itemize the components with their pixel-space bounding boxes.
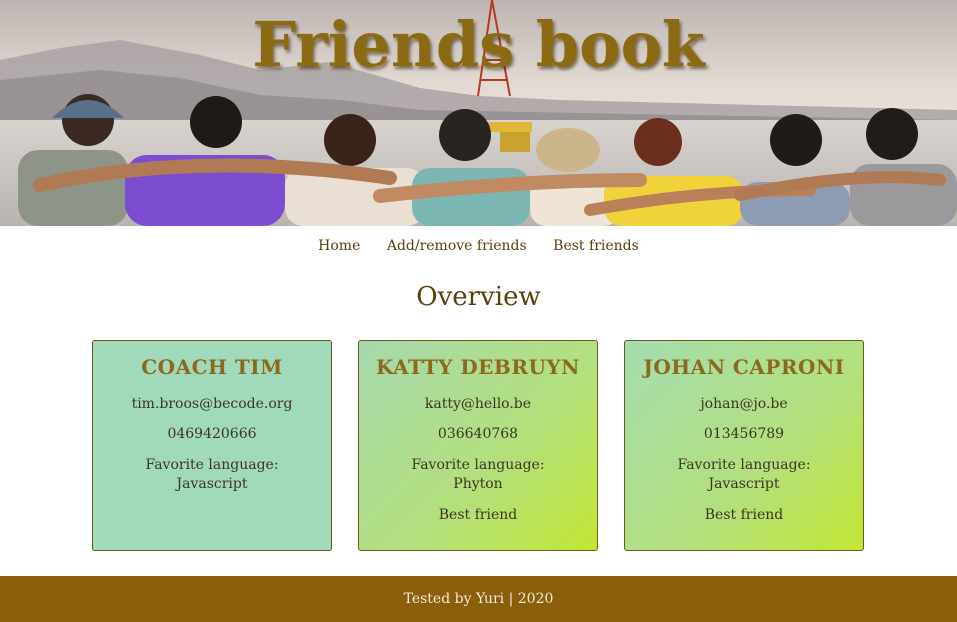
page-title: Friends book [252,8,705,81]
page-footer: Tested by Yuri | 2020 [0,576,957,622]
friend-email: katty@hello.be [424,396,532,412]
friend-email: tim.broos@becode.org [131,396,293,412]
language-value: Javascript [708,476,780,492]
friend-phone: 0469420666 [167,426,257,442]
friend-phone: 036640768 [437,426,519,442]
friend-name: KATTY DEBRUYN [376,355,580,379]
friend-email: johan@jo.be [700,396,788,412]
friend-language: Favorite language: Javascript [93,456,331,494]
friend-name: JOHAN CAPRONI [643,355,845,379]
friend-card: JOHAN CAPRONI johan@jo.be 013456789 Favo… [624,340,864,551]
language-label: Favorite language: [145,457,279,473]
friend-card: KATTY DEBRUYN katty@hello.be 036640768 F… [358,340,598,551]
section-heading: Overview [416,282,541,312]
main-nav: Home Add/remove friends Best friends [0,238,957,254]
language-label: Favorite language: [677,457,811,473]
friend-language: Favorite language: Phyton [359,456,597,494]
friend-name: COACH TIM [141,355,283,379]
language-label: Favorite language: [411,457,545,473]
nav-link-add-remove-friends[interactable]: Add/remove friends [387,238,527,254]
best-friend-badge: Best friend [704,507,784,523]
friend-card: COACH TIM tim.broos@becode.org 046942066… [92,340,332,551]
language-value: Phyton [453,476,503,492]
nav-link-best-friends[interactable]: Best friends [553,238,639,254]
best-friend-badge: Best friend [438,507,518,523]
language-value: Javascript [176,476,248,492]
hero-banner: Friends book [0,0,957,226]
nav-link-home[interactable]: Home [318,238,360,254]
footer-text: Tested by Yuri | 2020 [403,591,554,607]
friend-language: Favorite language: Javascript [625,456,863,494]
friend-phone: 013456789 [703,426,785,442]
